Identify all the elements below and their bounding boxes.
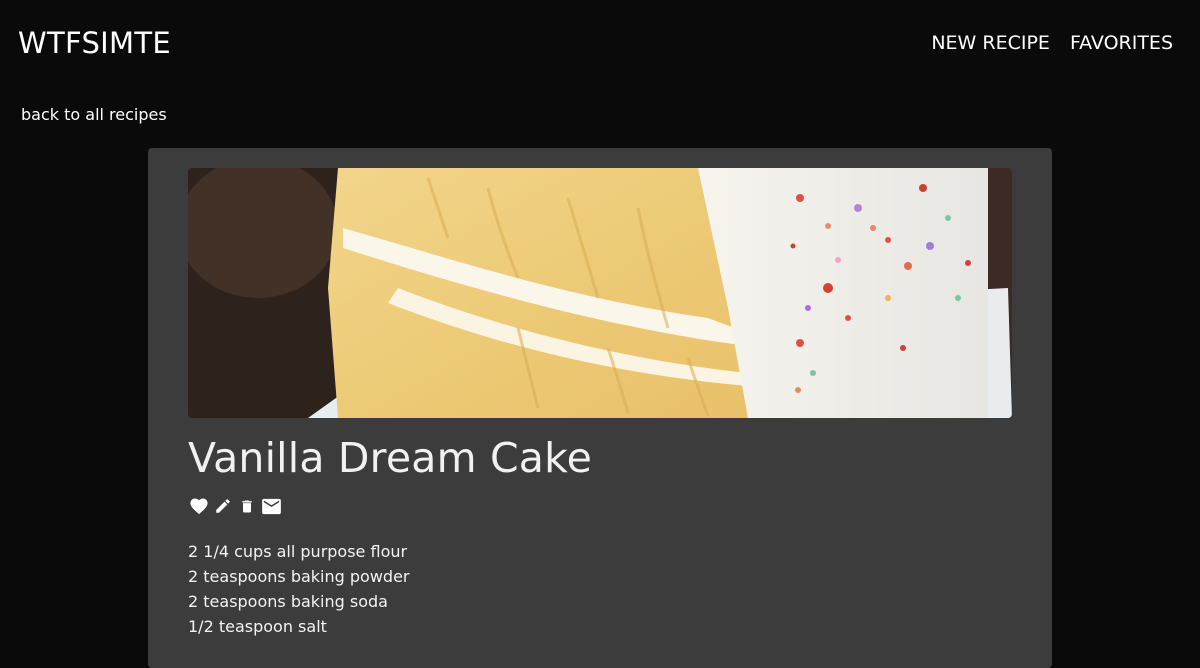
trash-icon[interactable] [236, 495, 258, 517]
recipe-actions [188, 495, 282, 517]
ingredient-item: 1/2 teaspoon salt [188, 617, 327, 636]
ingredient-item: 2 teaspoons baking powder [188, 567, 410, 586]
recipe-card: Vanilla Dream Cake 2 1/4 cups all purpos… [148, 148, 1052, 668]
mail-icon[interactable] [260, 495, 282, 517]
heart-icon[interactable] [188, 495, 210, 517]
brand-logo[interactable]: WTFSIMTE [18, 24, 171, 62]
top-navbar: WTFSIMTE NEW RECIPE FAVORITES [0, 0, 1200, 86]
nav-new-recipe[interactable]: NEW RECIPE [931, 30, 1050, 56]
nav-favorites[interactable]: FAVORITES [1070, 30, 1173, 56]
main-nav: NEW RECIPE FAVORITES [931, 30, 1173, 56]
ingredient-item: 2 1/4 cups all purpose flour [188, 542, 408, 561]
recipe-image [188, 168, 1012, 418]
back-to-recipes-link[interactable]: back to all recipes [21, 104, 167, 126]
pencil-icon[interactable] [212, 495, 234, 517]
ingredients-list: 2 1/4 cups all purpose flour 2 teaspoons… [188, 539, 409, 639]
cake-photo [188, 168, 1012, 418]
ingredient-item: 2 teaspoons baking soda [188, 592, 388, 611]
recipe-title: Vanilla Dream Cake [188, 434, 593, 482]
